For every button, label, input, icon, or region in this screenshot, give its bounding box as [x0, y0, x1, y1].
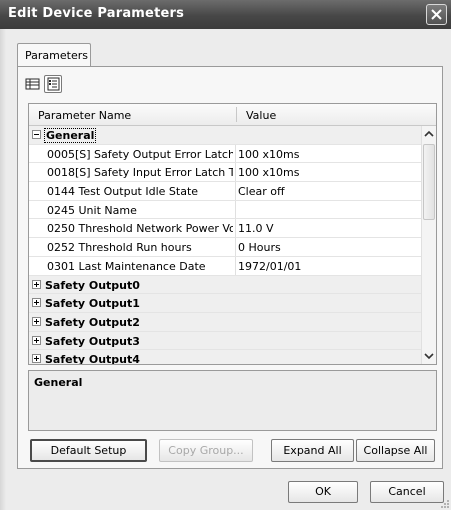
scroll-thumb[interactable] — [423, 144, 435, 220]
group-label: Safety Output4 — [45, 353, 140, 365]
param-name: 0252 Threshold Run hours — [47, 241, 192, 255]
param-row[interactable]: 0245 Unit Name — [29, 200, 421, 220]
param-name: 0245 Unit Name — [47, 203, 137, 217]
ok-button[interactable]: OK — [288, 481, 358, 503]
window-title: Edit Device Parameters — [8, 6, 185, 21]
title-bar[interactable]: Edit Device Parameters — [0, 0, 451, 29]
scroll-up-button[interactable] — [422, 126, 436, 142]
param-value[interactable]: 11.0 V — [238, 222, 274, 235]
description-title: General — [34, 376, 83, 389]
default-setup-button[interactable]: Default Setup — [30, 439, 147, 462]
expand-all-button[interactable]: Expand All — [271, 439, 354, 462]
param-value[interactable]: 1972/01/01 — [238, 260, 301, 273]
collapse-all-button[interactable]: Collapse All — [356, 439, 435, 462]
param-value[interactable]: Clear off — [238, 185, 285, 198]
cell-divider — [235, 200, 236, 219]
param-name: 0301 Last Maintenance Date — [47, 259, 206, 273]
collapse-toggle-icon[interactable] — [32, 130, 41, 139]
group-label: Safety Output1 — [45, 297, 140, 311]
grid-rows: General 0005[S] Safety Output Error Latc… — [29, 126, 421, 365]
group-label: Safety Output0 — [45, 278, 140, 292]
list-view-icon — [25, 78, 40, 90]
expand-toggle-icon[interactable] — [32, 335, 41, 345]
list-view-button[interactable] — [24, 75, 42, 93]
close-button[interactable] — [426, 4, 447, 25]
param-name: 0250 Threshold Network Power Voltage — [47, 222, 233, 236]
cell-divider — [235, 256, 236, 275]
group-row-safety-output2[interactable]: Safety Output2 — [29, 312, 421, 332]
cancel-button[interactable]: Cancel — [370, 481, 444, 503]
column-header-value[interactable]: Value — [246, 109, 276, 122]
group-label: General — [43, 128, 97, 143]
param-value[interactable]: 100 x10ms — [238, 166, 299, 179]
categorized-view-icon — [47, 77, 60, 91]
vertical-scrollbar[interactable] — [421, 126, 436, 364]
cell-divider — [235, 163, 236, 182]
param-name: 0018[S] Safety Input Error Latch Time — [47, 166, 233, 180]
expand-toggle-icon[interactable] — [32, 316, 41, 326]
param-row[interactable]: 0250 Threshold Network Power Voltage 11.… — [29, 219, 421, 239]
chevron-up-icon — [424, 130, 434, 137]
close-icon — [431, 9, 442, 20]
param-name: 0005[S] Safety Output Error Latch Time — [47, 147, 233, 161]
group-row-safety-output4[interactable]: Safety Output4 — [29, 350, 421, 365]
categorized-view-button[interactable] — [44, 75, 62, 93]
param-value[interactable]: 100 x10ms — [238, 148, 299, 161]
cell-divider — [235, 219, 236, 238]
cell-divider — [235, 182, 236, 200]
group-row-safety-output1[interactable]: Safety Output1 — [29, 294, 421, 313]
param-row[interactable]: 0252 Threshold Run hours 0 Hours — [29, 238, 421, 257]
tab-parameters-label: Parameters — [25, 49, 88, 62]
description-pane: General — [28, 370, 437, 431]
window-edge — [0, 29, 6, 510]
cell-divider — [235, 144, 236, 163]
chevron-down-icon — [424, 353, 434, 360]
param-row[interactable]: 0144 Test Output Idle State Clear off — [29, 182, 421, 201]
parameter-grid[interactable]: Parameter Name Value General 0005[S] Saf… — [28, 103, 437, 365]
group-row-safety-output0[interactable]: Safety Output0 — [29, 275, 421, 295]
column-divider[interactable] — [236, 107, 237, 122]
param-row[interactable]: 0005[S] Safety Output Error Latch Time 1… — [29, 144, 421, 164]
expand-toggle-icon[interactable] — [32, 354, 41, 364]
copy-group-button[interactable]: Copy Group... — [159, 439, 253, 462]
expand-toggle-icon[interactable] — [32, 298, 41, 308]
param-row[interactable]: 0018[S] Safety Input Error Latch Time 10… — [29, 163, 421, 183]
param-name: 0144 Test Output Idle State — [47, 185, 199, 199]
param-value[interactable]: 0 Hours — [238, 241, 281, 254]
column-header-parameter-name[interactable]: Parameter Name — [38, 109, 131, 122]
grid-header: Parameter Name Value — [29, 104, 436, 126]
group-row-general[interactable]: General — [29, 126, 421, 145]
tab-parameters[interactable]: Parameters — [17, 43, 91, 67]
scroll-down-button[interactable] — [422, 348, 436, 364]
edit-device-parameters-dialog: Edit Device Parameters Parameters Parame… — [0, 0, 451, 510]
param-row[interactable]: 0301 Last Maintenance Date 1972/01/01 — [29, 256, 421, 276]
parameters-panel: Parameter Name Value General 0005[S] Saf… — [17, 66, 443, 469]
expand-toggle-icon[interactable] — [32, 279, 41, 289]
resize-grip-icon[interactable] — [440, 499, 450, 509]
cell-divider — [235, 238, 236, 256]
group-row-safety-output3[interactable]: Safety Output3 — [29, 331, 421, 351]
group-label: Safety Output3 — [45, 334, 140, 348]
group-label: Safety Output2 — [45, 315, 140, 329]
